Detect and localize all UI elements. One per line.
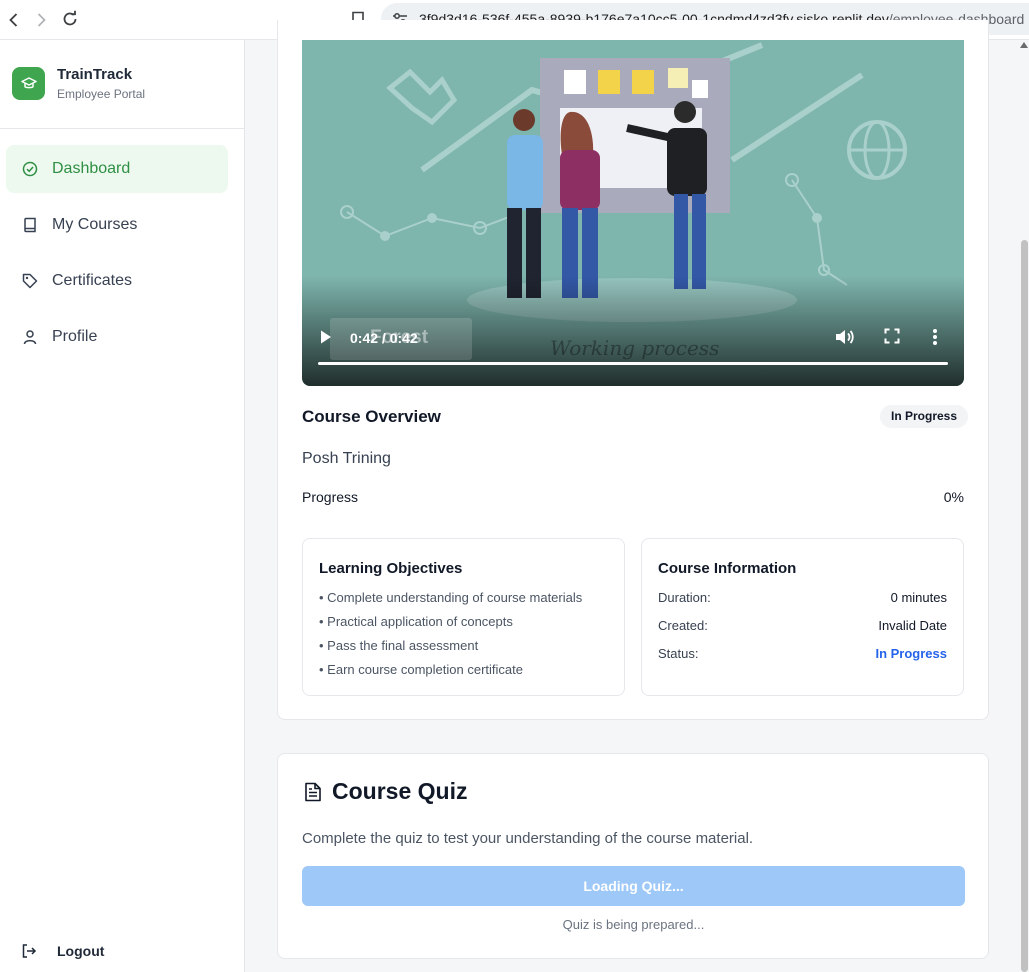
quiz-header: Course Quiz <box>302 778 467 805</box>
brand-subtitle: Employee Portal <box>57 87 146 101</box>
course-information-title: Course Information <box>658 560 797 577</box>
file-text-icon <box>302 781 324 803</box>
video-time: 0:42 / 0:42 <box>350 330 418 346</box>
list-item: • Complete understanding of course mater… <box>319 590 583 605</box>
info-value: 0 minutes <box>890 590 947 605</box>
page-scrollbar[interactable] <box>1019 40 1029 972</box>
brand-name: TrainTrack <box>57 66 133 83</box>
video-caption: Working process <box>550 336 720 360</box>
sidebar-item-label: Profile <box>52 328 98 345</box>
sidebar-item-profile[interactable]: Profile <box>6 313 228 361</box>
quiz-description: Complete the quiz to test your understan… <box>302 830 754 847</box>
video-progress-bar[interactable] <box>318 362 948 365</box>
learning-objectives-box: Learning Objectives • Complete understan… <box>302 538 625 696</box>
objectives-list: • Complete understanding of course mater… <box>319 590 582 686</box>
tag-icon <box>21 272 39 290</box>
reload-button[interactable] <box>56 5 84 33</box>
forward-button[interactable] <box>27 6 55 34</box>
scroll-up-arrow[interactable] <box>1020 42 1028 48</box>
start-quiz-button[interactable]: Loading Quiz... <box>302 866 965 906</box>
back-button[interactable] <box>0 6 28 34</box>
user-icon <box>21 328 39 346</box>
course-quiz-card: Course Quiz Complete the quiz to test yo… <box>277 753 989 959</box>
more-vertical-icon <box>933 329 937 345</box>
sidebar-item-certificates[interactable]: Certificates <box>6 257 228 305</box>
info-label: Duration: <box>658 590 711 605</box>
sidebar-divider <box>0 128 244 129</box>
sidebar: TrainTrack Employee Portal Dashboard My … <box>0 40 245 972</box>
list-item: • Earn course completion certificate <box>319 662 523 677</box>
info-label: Created: <box>658 618 708 633</box>
course-overview-title: Course Overview <box>302 407 441 426</box>
fullscreen-icon <box>884 328 900 344</box>
brand[interactable]: TrainTrack Employee Portal <box>12 66 145 101</box>
list-item: • Pass the final assessment <box>319 638 479 653</box>
course-information-box: Course Information Duration: 0 minutes C… <box>641 538 964 696</box>
list-item: • Practical application of concepts <box>319 614 513 629</box>
sidebar-item-label: My Courses <box>52 216 138 233</box>
volume-button[interactable] <box>834 328 854 351</box>
info-row-duration: Duration: 0 minutes <box>658 590 947 618</box>
logout-icon <box>20 942 38 960</box>
learning-objectives-title: Learning Objectives <box>319 560 463 577</box>
sidebar-item-label: Certificates <box>52 272 133 289</box>
course-name: Posh Trining <box>302 450 391 467</box>
check-circle-icon <box>21 160 39 178</box>
quiz-status-note: Quiz is being prepared... <box>562 917 705 932</box>
graduation-cap-icon <box>12 67 45 100</box>
course-information-rows: Duration: 0 minutes Created: Invalid Dat… <box>658 590 947 674</box>
sidebar-nav: Dashboard My Courses Certificates Profil… <box>6 145 228 369</box>
info-status-value: In Progress <box>875 646 947 661</box>
progress-label: Progress <box>302 489 359 505</box>
info-value: Invalid Date <box>878 618 947 633</box>
info-row-created: Created: Invalid Date <box>658 618 947 646</box>
status-badge: In Progress <box>880 405 969 428</box>
video-player[interactable]: Forest Working process 0:42 / 0:42 <box>302 40 964 386</box>
arrow-right-icon <box>37 13 46 27</box>
volume-icon <box>836 330 854 344</box>
info-label: Status: <box>658 646 699 661</box>
sidebar-item-dashboard[interactable]: Dashboard <box>6 145 228 193</box>
logout-button[interactable]: Logout <box>20 942 104 960</box>
logout-label: Logout <box>57 943 105 959</box>
info-row-status: Status: In Progress <box>658 646 947 674</box>
more-options-button[interactable] <box>932 328 938 351</box>
quiz-title: Course Quiz <box>332 778 468 804</box>
book-icon <box>21 216 39 234</box>
sidebar-item-my-courses[interactable]: My Courses <box>6 201 228 249</box>
play-button[interactable] <box>318 328 334 346</box>
fullscreen-button[interactable] <box>884 328 900 349</box>
play-icon <box>321 330 331 344</box>
arrow-left-icon <box>9 13 18 27</box>
progress-value: 0% <box>943 489 964 505</box>
reload-icon <box>63 10 77 26</box>
scroll-thumb[interactable] <box>1021 240 1028 972</box>
sidebar-item-label: Dashboard <box>52 160 131 177</box>
